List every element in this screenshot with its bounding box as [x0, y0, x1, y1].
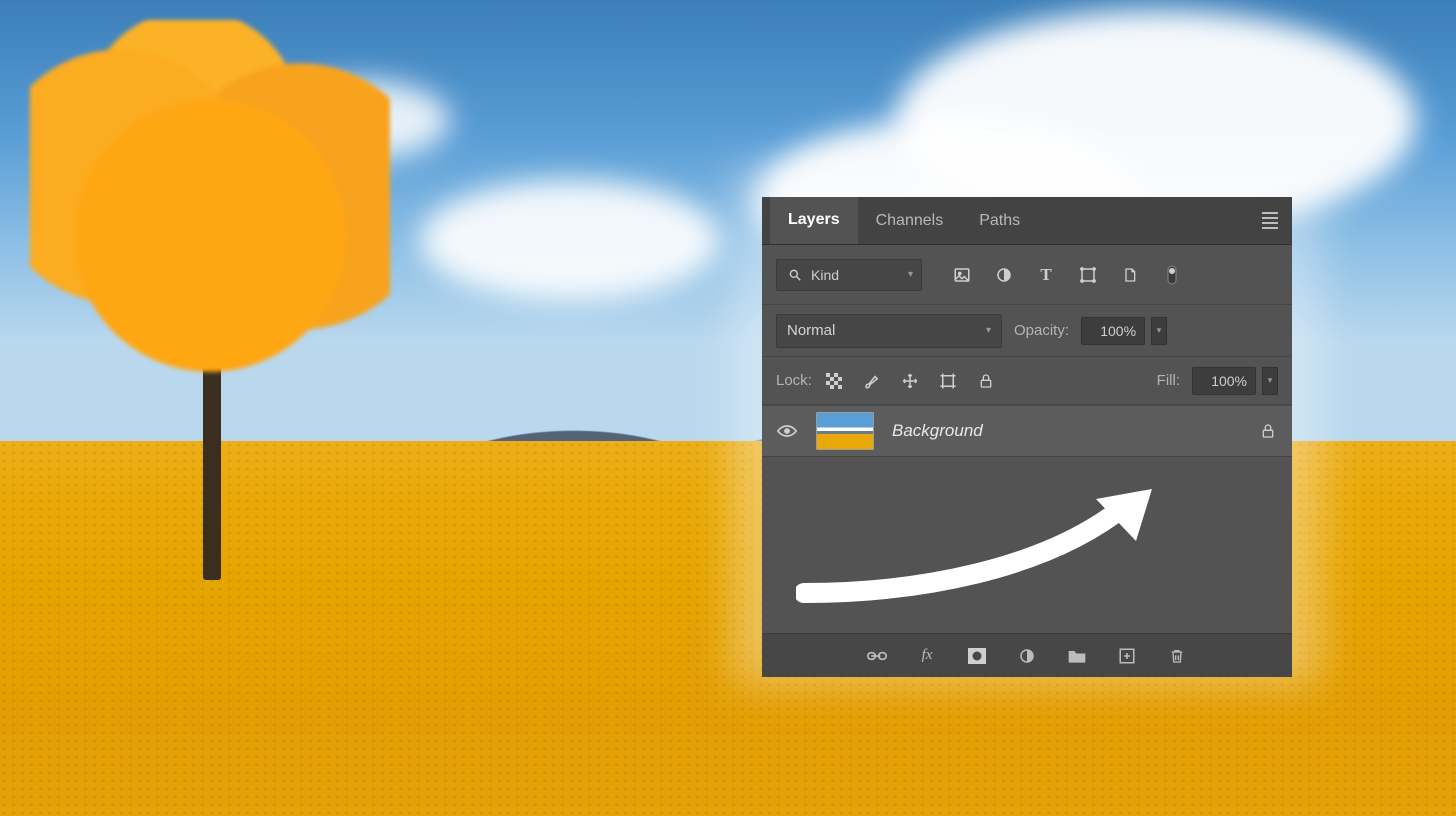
layer-style-icon[interactable]: fx: [917, 646, 937, 666]
new-layer-icon[interactable]: [1117, 646, 1137, 666]
layers-panel: Layers Channels Paths Kind ▾ T: [762, 197, 1292, 656]
smart-object-filter-icon[interactable]: [1120, 265, 1140, 285]
visibility-icon[interactable]: [776, 421, 798, 441]
chevron-down-icon: ▾: [908, 269, 913, 280]
layer-locked-icon[interactable]: [1258, 421, 1278, 441]
blend-mode-select[interactable]: Normal ▾: [776, 314, 1002, 348]
shape-filter-icon[interactable]: [1078, 265, 1098, 285]
annotation-arrow: [796, 475, 1166, 605]
chevron-down-icon: ▾: [986, 325, 991, 336]
opacity-label: Opacity:: [1014, 322, 1069, 339]
link-layers-icon[interactable]: [867, 646, 887, 666]
layer-row-background[interactable]: Background: [762, 405, 1292, 457]
add-mask-icon[interactable]: [967, 646, 987, 666]
lock-all-icon[interactable]: [976, 371, 996, 391]
filter-kind-label: Kind: [811, 267, 839, 283]
type-filter-icon[interactable]: T: [1036, 265, 1056, 285]
new-group-icon[interactable]: [1067, 646, 1087, 666]
delete-layer-icon[interactable]: [1167, 646, 1187, 666]
lock-artboard-icon[interactable]: [938, 371, 958, 391]
layer-name[interactable]: Background: [892, 421, 983, 441]
opacity-stepper[interactable]: ▾: [1151, 317, 1167, 345]
lock-position-icon[interactable]: [900, 371, 920, 391]
layers-panel-footer: fx: [762, 633, 1292, 677]
tab-layers[interactable]: Layers: [770, 197, 858, 244]
panel-tabs: Layers Channels Paths: [762, 197, 1292, 245]
fill-label: Fill:: [1157, 372, 1180, 389]
tab-channels[interactable]: Channels: [858, 197, 962, 244]
fill-input[interactable]: 100%: [1192, 367, 1256, 395]
lock-row: Lock: Fill: 100% ▾: [762, 357, 1292, 405]
new-adjustment-icon[interactable]: [1017, 646, 1037, 666]
image-filter-icon[interactable]: [952, 265, 972, 285]
adjustment-filter-icon[interactable]: [994, 265, 1014, 285]
layer-thumbnail[interactable]: [816, 412, 874, 450]
fill-stepper[interactable]: ▾: [1262, 367, 1278, 395]
blend-mode-value: Normal: [787, 322, 835, 339]
layer-filter-row: Kind ▾ T: [762, 245, 1292, 305]
lock-brush-icon[interactable]: [862, 371, 882, 391]
tab-paths[interactable]: Paths: [961, 197, 1038, 244]
lock-pixels-icon[interactable]: [824, 371, 844, 391]
opacity-input[interactable]: 100%: [1081, 317, 1145, 345]
filter-kind-select[interactable]: Kind ▾: [776, 259, 922, 291]
lock-label: Lock:: [776, 372, 812, 389]
search-icon: [785, 265, 805, 285]
panel-menu-icon[interactable]: [1262, 210, 1284, 232]
filter-toggle-icon[interactable]: [1162, 265, 1182, 285]
blend-opacity-row: Normal ▾ Opacity: 100% ▾: [762, 305, 1292, 357]
layers-list-area[interactable]: [762, 457, 1292, 633]
